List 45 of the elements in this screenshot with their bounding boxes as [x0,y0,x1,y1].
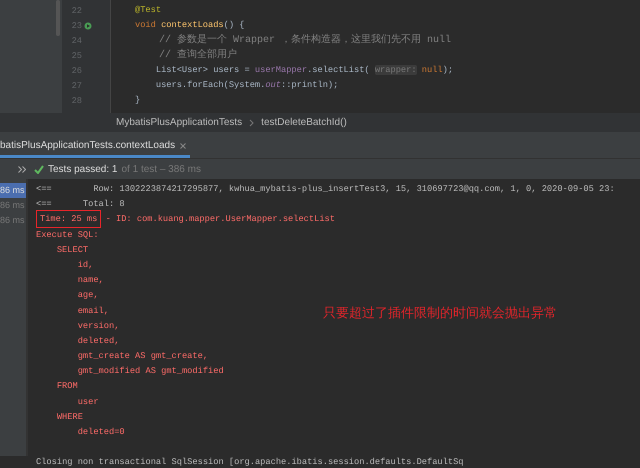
annotation-text: 只要超过了插件限制的时间就会抛出异常 [323,305,557,322]
test-status-text: Tests passed: 1 [48,164,118,174]
console-text: name, [78,275,104,286]
run-icon[interactable] [84,20,94,30]
check-icon [34,164,44,174]
console-text: gmt_create AS gmt_create, [78,351,208,362]
console-text: Execute SQL: [36,230,99,240]
console-text: email, [78,306,109,316]
parameter-hint: wrapper: [374,65,417,75]
breadcrumb-item[interactable]: testDeleteBatchId() [261,117,347,128]
code-token: userMapper [254,65,308,75]
code-token: void [135,20,157,30]
console-text: Closing non transactional SqlSession [org.apache.ibatis.session.defaults.DefaultSq [36,457,464,468]
expand-icon[interactable] [18,166,26,172]
console-text: id, [78,260,94,270]
console-text: WHERE [56,412,83,422]
close-icon[interactable] [180,142,186,148]
code-comment: // 查询全部用户 [158,50,238,61]
code-comment: // 参数是一个 Wrapper ，条件构造器，这里我们先不用 null [158,35,452,46]
breadcrumb-item[interactable]: MybatisPlusApplicationTests [116,117,242,128]
code-token: .selectList( [307,65,371,75]
code-token: out [265,80,281,90]
console-text: SELECT [56,244,88,255]
code-token: @Test [135,5,162,15]
code-token: } [135,95,140,105]
code-token: List<User> users = [154,65,251,75]
test-detail-text: of 1 test – 386 ms [121,164,201,174]
console-text: deleted, [78,336,120,346]
code-token: ); [442,65,454,75]
console-text: <== Total: 8 [36,199,125,210]
console-text: FROM [56,381,78,392]
code-token: null [420,65,443,75]
console-text: - ID: com.kuang.mapper.UserMapper.selectList [104,214,335,224]
code-token: () { [224,20,244,30]
console-text: deleted=0 [78,427,125,437]
console-text: <== Row: 1302223874217295877, kwhua_mybatis-plus_insertTest3, 15, 310697723@qq.com, 1, 0, 2020-09-05 23: [36,184,615,194]
test-time-item[interactable]: 86 ms [0,183,26,198]
console-text: version, [78,320,120,331]
console-text: gmt_modified AS gmt_modified [78,366,224,376]
code-token: users.forEach(System. [154,80,266,90]
code-token: ::println); [280,80,338,90]
code-token: contextLoads [161,20,224,30]
console-text: user [78,396,99,407]
chevron-icon [249,118,254,126]
console-text: age, [78,290,99,300]
